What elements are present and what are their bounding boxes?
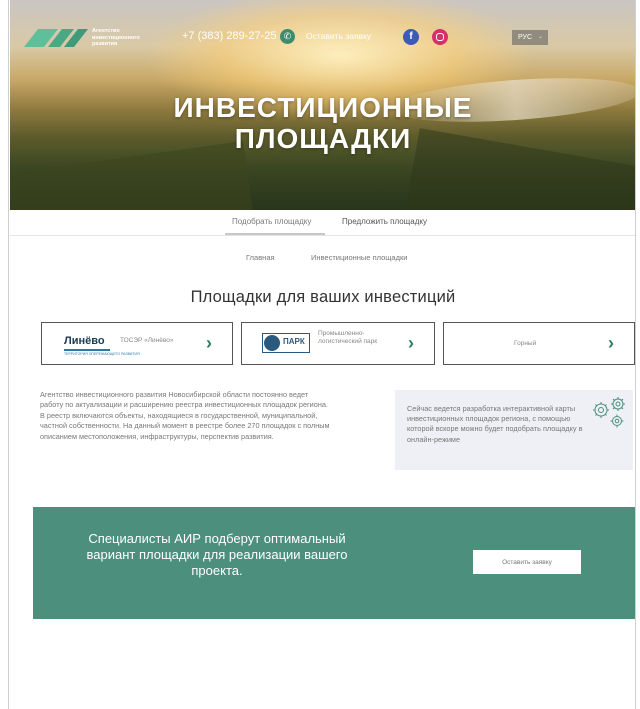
chevron-right-icon: › — [408, 333, 414, 353]
site-card-gorny[interactable]: Горный › — [443, 322, 635, 365]
gears-icon — [593, 397, 625, 428]
tab-bar: Подобрать площадку Предложить площадку — [10, 210, 635, 236]
phone-number[interactable]: +7 (383) 289-27-25 — [182, 30, 276, 42]
linevo-logo-tag: ТЕРРИТОРИЯ ОПЕРЕЖАЮЩЕГО РАЗВИТИЯ — [64, 352, 140, 356]
cta-text: Специалисты АИР подберут оптимальный вар… — [86, 531, 348, 578]
site-card-logistics-park[interactable]: ПАРК Промышленно-логистический парк › — [241, 322, 435, 365]
top-navbar: Агентство инвестиционного развития +7 (3… — [10, 0, 635, 70]
instagram-icon[interactable] — [432, 29, 448, 45]
about-text: Агентство инвестиционного развития Новос… — [40, 390, 330, 441]
air-logo-icon[interactable] — [24, 28, 88, 48]
card-subtitle: ТОСЭР «Линёво» — [120, 337, 174, 344]
active-tab-indicator — [225, 233, 325, 235]
request-link[interactable]: Оставить заявку — [306, 31, 371, 41]
info-text: Сейчас ведется разработка интерактивной … — [407, 404, 583, 444]
card-subtitle: Горный — [514, 340, 537, 347]
site-card-linevo[interactable]: Линёво ТЕРРИТОРИЯ ОПЕРЕЖАЮЩЕГО РАЗВИТИЯ … — [41, 322, 233, 365]
phone-icon[interactable]: ✆ — [280, 29, 295, 44]
info-box: Сейчас ведется разработка интерактивной … — [395, 390, 633, 470]
page-title: ИНВЕСТИЦИОННЫЕ ПЛОЩАДКИ — [10, 92, 635, 154]
breadcrumb-current: Инвестиционные площадки — [311, 253, 408, 262]
page-frame: Агентство инвестиционного развития +7 (3… — [8, 0, 636, 709]
page-title-line2: ПЛОЩАДКИ — [234, 123, 412, 154]
language-label: РУС — [518, 34, 533, 41]
chevron-right-icon: › — [206, 333, 212, 353]
tab-select-site[interactable]: Подобрать площадку — [232, 217, 311, 226]
chevron-right-icon: › — [608, 333, 614, 353]
card-subtitle: Промышленно-логистический парк — [318, 330, 378, 345]
hero-banner: Агентство инвестиционного развития +7 (3… — [10, 0, 635, 210]
tab-offer-site[interactable]: Предложить площадку — [342, 217, 427, 226]
language-selector[interactable]: РУС ⌄ — [512, 30, 548, 45]
linevo-logo: Линёво — [64, 335, 105, 347]
park-logo: ПАРК — [262, 333, 310, 353]
section-title: Площадки для ваших инвестиций — [190, 288, 456, 306]
submit-request-button[interactable]: Оставить заявку — [473, 550, 581, 574]
page-title-line1: ИНВЕСТИЦИОННЫЕ — [173, 92, 473, 123]
chevron-down-icon: ⌄ — [537, 34, 543, 40]
cta-banner: Специалисты АИР подберут оптимальный вар… — [33, 507, 635, 619]
breadcrumb-home[interactable]: Главная — [246, 253, 275, 262]
facebook-icon[interactable]: f — [403, 29, 419, 45]
logo-text: Агентство инвестиционного развития — [92, 28, 140, 47]
